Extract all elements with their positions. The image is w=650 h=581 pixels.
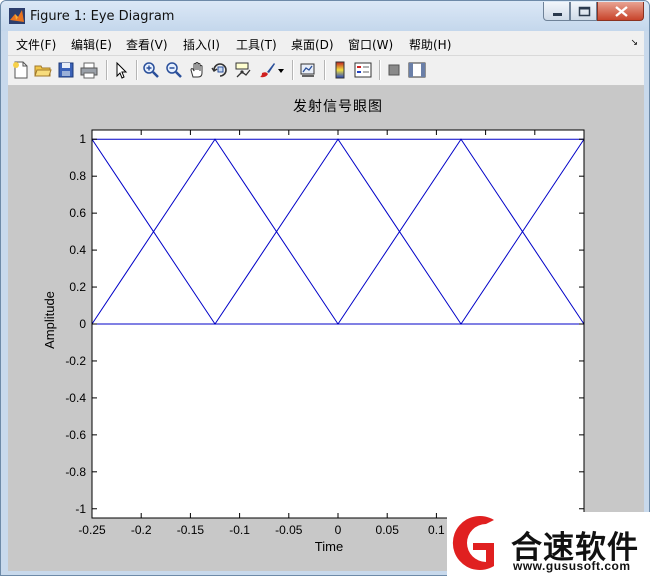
zoom-out-icon[interactable] [165,61,183,79]
legend-icon[interactable] [354,61,372,79]
menu-help[interactable]: 帮助(H) [409,36,451,53]
menu-desktop[interactable]: 桌面(D) [291,36,334,53]
y-tick-label: 0.8 [69,169,86,183]
menu-dock-arrow-icon[interactable]: ↘ [630,37,638,48]
menu-view[interactable]: 查看(V) [126,36,168,53]
toolbar [8,56,644,86]
eye-trace-1 [91,138,585,325]
menu-bar: 文件(F) 编辑(E) 查看(V) 插入(I) 工具(T) 桌面(D) 窗口(W… [8,31,644,56]
new-figure-icon[interactable] [12,61,30,79]
y-tick-label: -0.6 [65,428,86,442]
toolbar-separator [136,60,138,80]
data-cursor-icon[interactable] [234,61,252,79]
y-tick-label: -0.8 [65,465,86,479]
y-tick-label: 1 [79,132,86,146]
y-tick-label: 0.6 [69,206,86,220]
close-button[interactable] [597,2,644,21]
y-axis-label: Amplitude [42,291,57,349]
toolbar-separator [106,60,108,80]
y-tick-label: -1 [75,502,86,516]
y-tick-label: 0 [79,317,86,331]
menu-window[interactable]: 窗口(W) [348,36,393,53]
minimize-icon [553,13,562,16]
pan-hand-icon[interactable] [188,61,206,79]
menu-insert[interactable]: 插入(I) [183,36,220,53]
print-icon[interactable] [80,61,98,79]
maximize-icon [578,6,591,17]
x-tick-label: 0.1 [428,523,445,537]
maximize-button[interactable] [570,2,597,21]
eye-diagram-chart: -0.25-0.2-0.15-0.1-0.0500.050.10.150.20.… [42,129,596,554]
title-bar[interactable]: Figure 1: Eye Diagram [1,1,649,31]
brush-dropdown-icon[interactable] [276,61,286,79]
y-tick-label: 0.4 [69,243,86,257]
show-plot-tools-icon[interactable] [408,61,426,79]
brush-icon[interactable] [258,61,276,79]
menu-edit[interactable]: 编辑(E) [71,36,112,53]
y-tick-label: 0.2 [69,280,86,294]
x-tick-label: -0.2 [131,523,152,537]
save-icon[interactable] [57,61,75,79]
x-axis-label: Time [315,539,343,554]
menu-file[interactable]: 文件(F) [16,36,56,53]
zoom-in-icon[interactable] [142,61,160,79]
x-tick-label: 0.05 [376,523,400,537]
x-tick-label: 0 [335,523,342,537]
link-plot-icon[interactable] [299,61,317,79]
hide-plot-tools-icon[interactable] [385,61,403,79]
x-tick-label: -0.1 [229,523,250,537]
y-tick-label: -0.2 [65,354,86,368]
x-tick-label: -0.15 [177,523,205,537]
toolbar-separator [324,60,326,80]
close-icon [615,6,628,17]
watermark-url: www.gususoft.com [513,559,631,573]
matlab-logo-icon [9,8,25,24]
menu-tools[interactable]: 工具(T) [236,36,277,53]
colorbar-icon[interactable] [331,61,349,79]
minimize-button[interactable] [543,2,570,21]
edit-plot-arrow-icon[interactable] [112,61,130,79]
x-tick-label: -0.05 [275,523,303,537]
toolbar-separator [292,60,294,80]
rotate-3d-icon[interactable] [211,61,229,79]
figure-window: Figure 1: Eye Diagram 文件(F) 编辑(E) 查看(V) … [0,0,650,576]
x-tick-label: -0.25 [78,523,106,537]
watermark: 合速软件 www.gususoft.com [447,512,650,576]
y-tick-label: -0.4 [65,391,86,405]
toolbar-separator [379,60,381,80]
window-title: Figure 1: Eye Diagram [30,9,175,24]
eye-trace-0 [91,138,585,325]
figure-canvas: 发射信号眼图 -0.25-0.2-0.15-0.1-0.0500.050.10.… [8,86,644,571]
open-file-icon[interactable] [34,61,52,79]
